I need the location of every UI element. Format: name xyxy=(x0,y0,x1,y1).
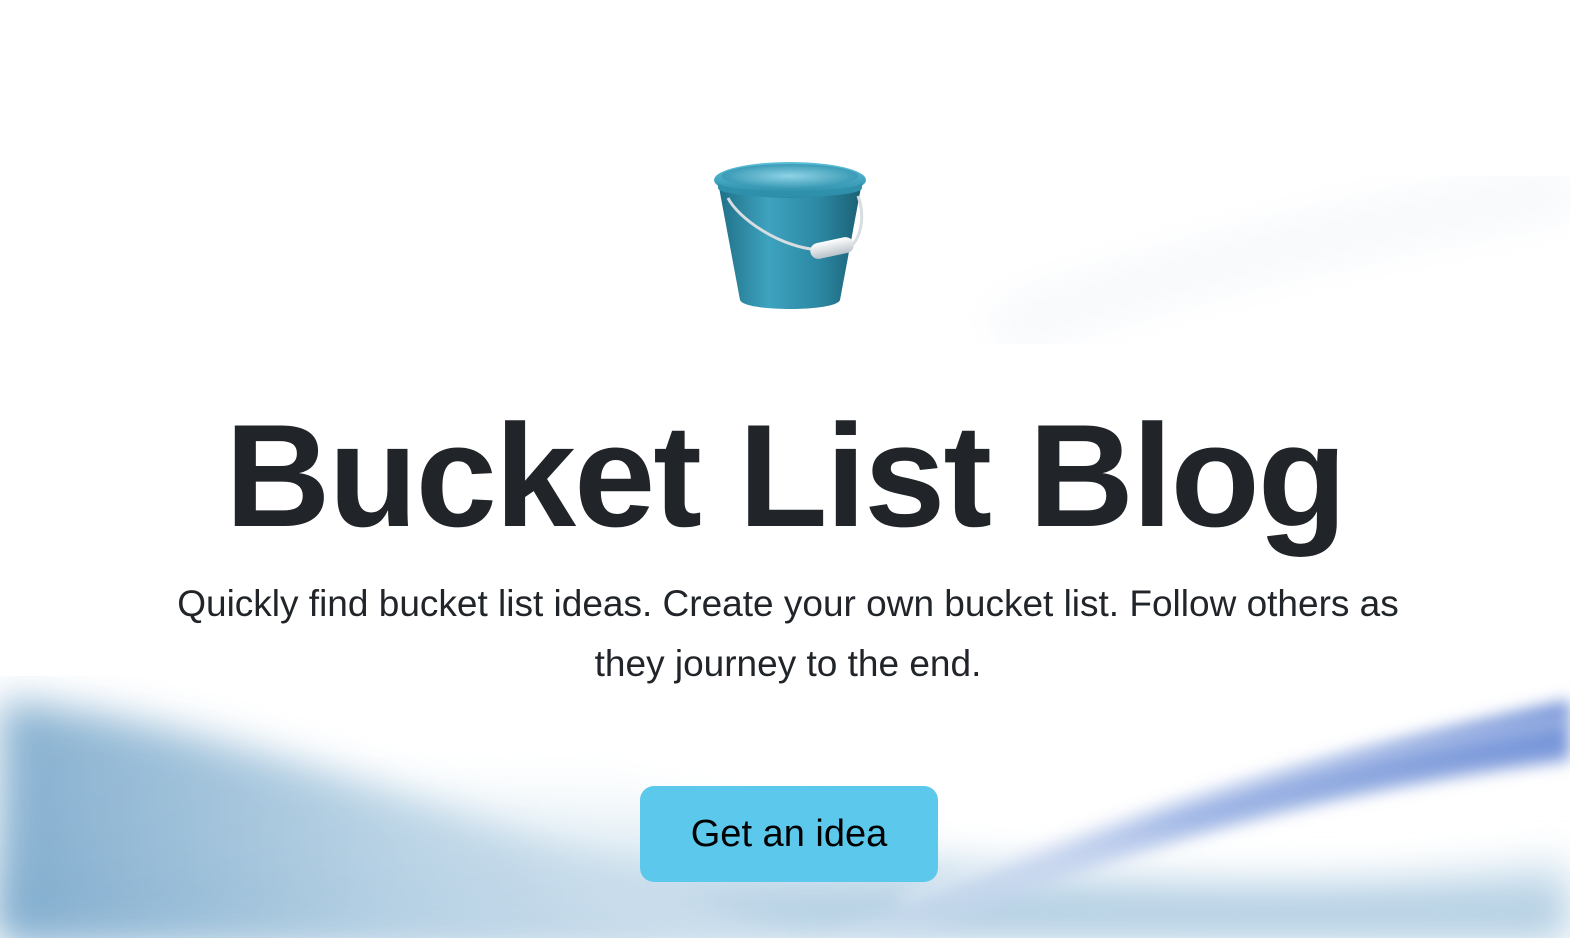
page-title: Bucket List Blog xyxy=(225,394,1347,557)
bucket-icon xyxy=(714,162,866,309)
hero-section: Bucket List Blog Quickly find bucket lis… xyxy=(0,0,1570,938)
hero-lead: Quickly find bucket list ideas. Create y… xyxy=(177,583,1399,684)
get-an-idea-button[interactable]: Get an idea xyxy=(640,786,938,882)
